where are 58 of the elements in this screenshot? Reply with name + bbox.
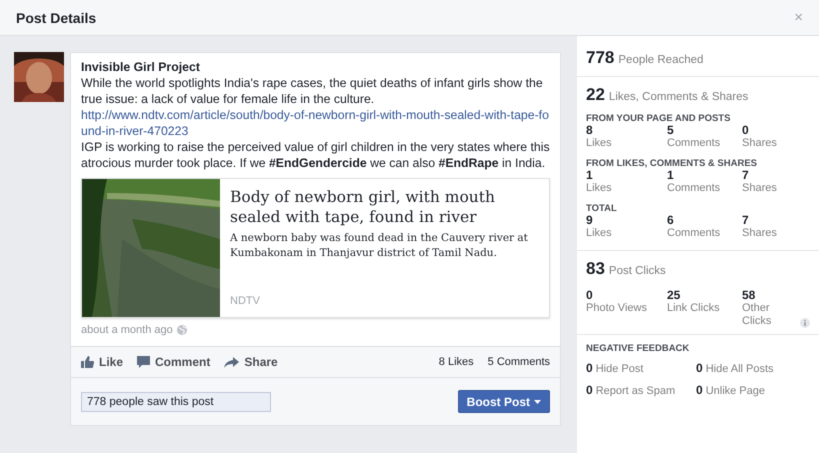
stat-label: Link Clicks — [667, 302, 721, 315]
stat-value: 58 — [742, 289, 756, 302]
stat-value: 6 — [667, 214, 675, 227]
share-button[interactable]: Share — [224, 355, 278, 369]
stat-value: 1 — [667, 169, 675, 182]
reaction-count[interactable]: 5 Comments — [488, 356, 550, 368]
like-button[interactable]: Like — [81, 355, 124, 369]
stat-label: Likes, Comments & Shares — [608, 91, 748, 103]
comment-button[interactable]: Comment — [137, 355, 210, 369]
stat-value: 5 — [667, 124, 675, 137]
stat-value: 83 — [586, 259, 605, 279]
stat-value: 0 — [696, 362, 703, 375]
stat-value: 1 — [586, 169, 594, 182]
preview-source: NDTV — [230, 294, 261, 309]
stat-value: 0 — [586, 362, 593, 375]
stat-value: 0 — [696, 384, 703, 397]
reaction-count[interactable]: 8 Likes — [438, 356, 474, 368]
stat-label: Shares — [742, 227, 778, 240]
stat-value: 22 — [586, 85, 605, 105]
section-heading: NEGATIVE FEEDBACK — [586, 343, 690, 354]
stat-label: Comments — [667, 137, 722, 150]
link-preview-card[interactable]: Body of newborn girl, with mouth sealed with tape, found in river A newborn baby was found dead in the Cauvery river at Kumbakonam in Thanjavur district of Tamil Nadu. NDTV — [81, 178, 550, 318]
stat-label: Shares — [742, 182, 778, 195]
stat-label: Hide Post — [596, 363, 644, 376]
stat-value: 0 — [742, 124, 750, 137]
section-heading: FROM LIKES, COMMENTS & SHARES — [586, 158, 758, 169]
stat-label: Hide All Posts — [706, 363, 774, 376]
stat-label: Unlike Page — [706, 385, 766, 398]
preview-headline: Body of newborn girl, with mouth sealed with tape, found in river — [230, 187, 496, 227]
stat-label: Report as Spam — [596, 385, 676, 398]
stat-label: Photo Views — [586, 302, 648, 315]
stat-value: 25 — [667, 289, 682, 302]
window-title: Post Details — [16, 10, 96, 26]
stat-label: Shares — [742, 137, 778, 150]
section-heading: FROM YOUR PAGE AND POSTS — [586, 113, 732, 124]
stat-label: Post Clicks — [608, 265, 666, 277]
stat-value: 0 — [586, 384, 593, 397]
post-text: IGP is working to raise the perceived value of girl children in the very states where this atrocious murder took place. If we #EndGendercide we can also #EndRape in India. — [81, 139, 550, 171]
stat-label: Other Clicks — [742, 302, 772, 328]
preview-description: A newborn baby was found dead in the Cauvery river at Kumbakonam in Thanjavur district of Tamil Nadu. — [230, 231, 529, 261]
stat-label: Likes — [586, 137, 613, 150]
stat-value: 0 — [586, 289, 594, 302]
stat-label: Likes — [586, 227, 613, 240]
post-text: While the world spotlights India's rape cases, the quiet deaths of infant girls show the true issue: a lack of value for female life in the culture. — [81, 75, 544, 107]
stat-value: 7 — [742, 214, 750, 227]
boost-post-button[interactable]: Boost Post — [458, 390, 550, 413]
stat-value: 7 — [742, 169, 750, 182]
stat-value: 778 — [586, 48, 614, 68]
stat-label: Comments — [667, 182, 722, 195]
author-name[interactable]: Invisible Girl Project — [81, 59, 550, 75]
stat-label: Likes — [586, 182, 613, 195]
stat-label: People Reached — [618, 54, 704, 66]
stat-label: Comments — [667, 227, 722, 240]
section-heading: TOTAL — [586, 203, 618, 214]
article-link[interactable]: http://www.ndtv.com/article/south/body-of-newborn-girl-with-mouth-sealed-with-tape-found-in-river-470223 — [81, 107, 550, 139]
stat-value: 9 — [586, 214, 594, 227]
reach-field[interactable]: 778 people saw this post — [81, 392, 271, 412]
stat-value: 8 — [586, 124, 594, 137]
